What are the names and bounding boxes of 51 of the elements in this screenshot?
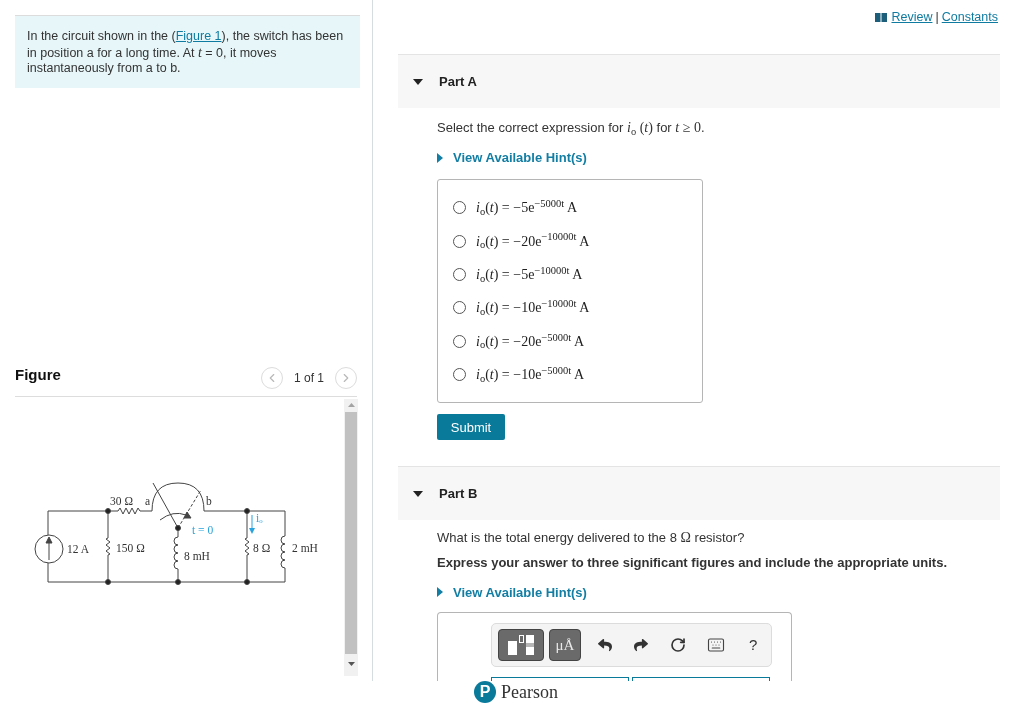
question-text: What is the total energy delivered to the 8 Ω resistor? [437, 530, 746, 547]
circuit-label: 150 Ω [116, 542, 145, 554]
template-button[interactable] [498, 629, 544, 662]
answer-input-field[interactable] [632, 677, 770, 681]
reset-icon [670, 637, 686, 654]
circuit-label: t = 0 [192, 524, 214, 536]
help-button[interactable]: ? [749, 634, 758, 657]
logo-mark: P [474, 681, 496, 703]
template-icon [507, 635, 535, 656]
redo-button[interactable] [634, 638, 648, 653]
circuit-label: 30 Ω [110, 495, 133, 507]
circuit-label: 8 mH [184, 550, 210, 562]
circuit-label: 2 mH [292, 542, 318, 554]
scrollbar[interactable] [344, 399, 358, 676]
part-header-toggle[interactable]: Part A [398, 54, 1000, 108]
scrollbar-thumb[interactable] [345, 412, 357, 654]
undo-icon [598, 638, 612, 653]
circuit-label: b [206, 495, 212, 507]
circuit-label: 12 A [67, 543, 90, 555]
page-indicator: 1 of 1 [293, 370, 324, 387]
option-text: i$_{o}$(t) = −5e$^{−5000t}$ A [476, 197, 578, 219]
undo-button[interactable] [598, 638, 612, 653]
circuit-label: iₒ [256, 512, 263, 524]
scroll-down-icon[interactable] [347, 662, 355, 666]
keyboard-button[interactable] [707, 636, 725, 655]
book-icon [875, 12, 888, 22]
option-text: i$_{o}$(t) = −10e$^{−5000t}$ A [476, 364, 585, 386]
circuit-label: 8 Ω [253, 542, 271, 554]
option-text: i$_{o}$(t) = −10e$^{−10000t}$ A [476, 297, 590, 319]
problem-statement: In the circuit shown in the (Figure 1), the switch has been in position a for a long time. At t = 0, it moves instantaneously from a to b. [27, 29, 345, 77]
reset-button[interactable] [670, 637, 686, 654]
keyboard-icon [707, 636, 725, 655]
instruction-text: Express your answer to three significant figures and include the appropriate units. [437, 555, 948, 572]
review-link[interactable]: Review [891, 7, 933, 27]
constants-link[interactable]: Constants [941, 7, 998, 27]
figure-link[interactable]: Figure 1 [175, 29, 222, 43]
answer-input-field[interactable] [491, 677, 629, 681]
option-text: i$_{o}$(t) = −20e$^{−10000t}$ A [476, 230, 590, 252]
circuit-label: a [145, 495, 151, 507]
part-header-toggle[interactable]: Part B [398, 466, 1000, 521]
hint-toggle[interactable]: View Available Hint(s) [437, 150, 587, 166]
units-button[interactable]: μÅ [549, 629, 581, 662]
submit-button[interactable]: Submit [437, 414, 505, 441]
link-separator: | [935, 8, 939, 26]
option-text: i$_{o}$(t) = −5e$^{−10000t}$ A [476, 263, 583, 285]
question-text: Select the correct expression for i$_{o}$ (t) for t ≥ 0. [437, 120, 706, 136]
logo-text: Pearson [501, 682, 558, 703]
hint-toggle[interactable]: View Available Hint(s) [437, 584, 587, 601]
redo-icon [634, 638, 648, 653]
figure-title: Figure [15, 364, 61, 385]
option-text: i$_{o}$(t) = −20e$^{−5000t}$ A [476, 330, 585, 352]
